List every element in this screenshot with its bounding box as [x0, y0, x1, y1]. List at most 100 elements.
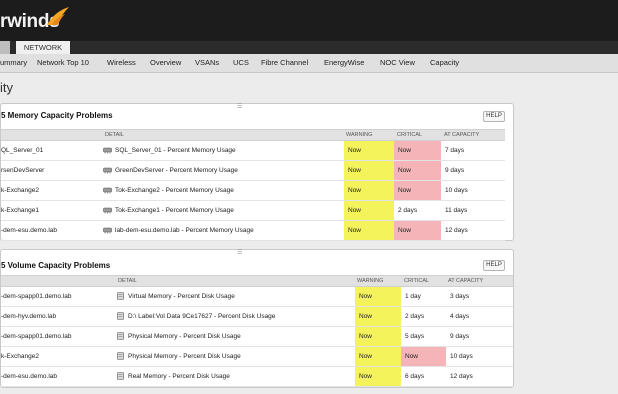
node-name-cell[interactable]: -dem-esu.demo.lab	[1, 367, 112, 386]
detail-cell[interactable]: Virtual Memory - Percent Disk Usage	[116, 287, 351, 306]
warning-cell: Now	[355, 327, 401, 346]
detail-cell[interactable]: Tok-Exchange2 - Percent Memory Usage	[103, 181, 340, 200]
table-header: DETAIL WARNING CRITICAL AT CAPACITY	[1, 275, 513, 287]
at-capacity-cell-text: 3 days	[450, 293, 470, 300]
memory-chip-icon	[103, 147, 112, 154]
node-name-cell[interactable]: k-Exchange2	[1, 347, 112, 366]
at-capacity-cell: 12 days	[441, 221, 505, 240]
detail-cell[interactable]: D:\ Label:Vol Data 9Ce17627 - Percent Di…	[116, 307, 351, 326]
node-name-cell-text: -dem-hyv.demo.lab	[1, 313, 57, 320]
nav-item-noc-view[interactable]: NOC View	[380, 54, 415, 72]
nav-item-energywise[interactable]: EnergyWise	[324, 54, 364, 72]
detail-cell[interactable]: Physical Memory - Percent Disk Usage	[116, 327, 351, 346]
detail-cell-text: Tok-Exchange1 - Percent Memory Usage	[115, 207, 234, 214]
nav-item-summary[interactable]: ummary	[0, 54, 27, 72]
table-row[interactable]: -dem-spapp01.demo.lab Virtual Memory - Pe…	[1, 287, 513, 307]
node-name-cell[interactable]: k-Exchange2	[1, 181, 99, 200]
critical-cell: 6 days	[401, 367, 446, 386]
at-capacity-cell-text: 7 days	[445, 147, 465, 154]
warning-cell: Now	[344, 161, 394, 180]
at-capacity-cell: 9 days	[446, 327, 513, 346]
nav-item-overview[interactable]: Overview	[150, 54, 181, 72]
table-row[interactable]: k-Exchange1 Tok-Exchange1 - Percent Memor…	[1, 201, 505, 221]
volume-panel-title: 5 Volume Capacity Problems	[1, 261, 111, 270]
at-capacity-cell-text: 9 days	[445, 167, 465, 174]
warning-cell: Now	[344, 141, 394, 160]
nav-item-capacity[interactable]: Capacity	[430, 54, 459, 72]
critical-cell-text: 6 days	[405, 373, 425, 380]
critical-cell-text: 2 days	[405, 313, 425, 320]
warning-cell: Now	[344, 181, 394, 200]
critical-cell: Now	[394, 221, 441, 240]
warning-cell-text: Now	[348, 147, 362, 154]
table-row[interactable]: -dem-esu.demo.lab lab-dem-esu.demo.lab - …	[1, 221, 505, 241]
critical-cell: 2 days	[394, 201, 441, 220]
memory-panel-title: 5 Memory Capacity Problems	[1, 111, 113, 120]
node-name-cell[interactable]: rsenDevServer	[1, 161, 99, 180]
node-name-cell-text: k-Exchange2	[1, 353, 39, 360]
table-row[interactable]: -dem-esu.demo.lab Real Memory - Percent D…	[1, 367, 513, 387]
node-name-cell[interactable]: QL_Server_01	[1, 141, 99, 160]
drag-handle-icon[interactable]: ☰	[237, 104, 249, 110]
disk-volume-icon	[117, 332, 124, 341]
page-title: ity	[0, 80, 13, 95]
node-name-cell[interactable]: -dem-esu.demo.lab	[1, 221, 99, 240]
solarwinds-logo-icon	[47, 7, 69, 25]
drag-handle-icon[interactable]: ☰	[237, 250, 249, 256]
detail-cell[interactable]: Real Memory - Percent Disk Usage	[116, 367, 351, 386]
volume-capacity-panel: ☰ 5 Volume Capacity Problems HELP DETAIL…	[0, 249, 514, 388]
nav-item-fibre-channel[interactable]: Fibre Channel	[261, 54, 308, 72]
node-name-cell[interactable]: -dem-hyv.demo.lab	[1, 307, 112, 326]
node-name-cell[interactable]: -dem-spapp01.demo.lab	[1, 327, 112, 346]
nav-item-network-top-10[interactable]: Network Top 10	[37, 54, 89, 72]
memory-chip-icon	[103, 227, 112, 234]
help-button[interactable]: HELP	[483, 111, 505, 122]
detail-cell[interactable]: Tok-Exchange1 - Percent Memory Usage	[103, 201, 340, 220]
critical-cell: 5 days	[401, 327, 446, 346]
detail-cell-text: GreenDevServer - Percent Memory Usage	[115, 167, 238, 174]
critical-cell-text: Now	[398, 167, 412, 174]
view-menu: ummary Network Top 10 Wireless Overview …	[0, 54, 618, 73]
warning-cell: Now	[344, 201, 394, 220]
detail-cell-text: SQL_Server_01 - Percent Memory Usage	[115, 147, 236, 154]
table-row[interactable]: -dem-hyv.demo.lab D:\ Label:Vol Data 9Ce1…	[1, 307, 513, 327]
node-name-cell[interactable]: k-Exchange1	[1, 201, 99, 220]
disk-volume-icon	[117, 352, 124, 361]
table-row[interactable]: k-Exchange2 Physical Memory - Percent Dis…	[1, 347, 513, 367]
node-name-cell[interactable]: -dem-spapp01.demo.lab	[1, 287, 112, 306]
detail-cell[interactable]: GreenDevServer - Percent Memory Usage	[103, 161, 340, 180]
nav-item-vsans[interactable]: VSANs	[195, 54, 219, 72]
critical-cell-text: Now	[405, 353, 419, 360]
table-row[interactable]: rsenDevServer GreenDevServer - Percent Me…	[1, 161, 505, 181]
col-critical: CRITICAL	[397, 132, 423, 138]
table-row[interactable]: k-Exchange2 Tok-Exchange2 - Percent Memor…	[1, 181, 505, 201]
tab-network[interactable]: NETWORK	[16, 41, 70, 54]
disk-volume-icon	[117, 312, 124, 321]
nav-item-ucs[interactable]: UCS	[233, 54, 249, 72]
warning-cell-text: Now	[348, 187, 362, 194]
node-name-cell-text: rsenDevServer	[1, 167, 45, 174]
help-button[interactable]: HELP	[483, 260, 505, 271]
tab-home[interactable]	[0, 41, 10, 54]
detail-cell[interactable]: lab-dem-esu.demo.lab - Percent Memory Us…	[103, 221, 340, 240]
warning-cell-text: Now	[359, 333, 373, 340]
detail-cell[interactable]: Physical Memory - Percent Disk Usage	[116, 347, 351, 366]
nav-item-wireless[interactable]: Wireless	[107, 54, 136, 72]
table-row[interactable]: -dem-spapp01.demo.lab Physical Memory - P…	[1, 327, 513, 347]
warning-cell: Now	[355, 347, 401, 366]
detail-cell-text: D:\ Label:Vol Data 9Ce17627 - Percent Di…	[128, 313, 276, 320]
table-row[interactable]: QL_Server_01 SQL_Server_01 - Percent Memo…	[1, 141, 505, 161]
at-capacity-cell-text: 10 days	[450, 353, 473, 360]
memory-chip-icon	[103, 167, 112, 174]
node-name-cell-text: -dem-spapp01.demo.lab	[1, 293, 72, 300]
warning-cell-text: Now	[359, 373, 373, 380]
warning-cell: Now	[344, 221, 394, 240]
critical-cell: Now	[394, 161, 441, 180]
critical-cell-text: Now	[398, 187, 412, 194]
critical-cell-text: Now	[398, 147, 412, 154]
critical-cell-text: Now	[398, 227, 412, 234]
table-header: DETAIL WARNING CRITICAL AT CAPACITY	[1, 129, 505, 141]
detail-cell[interactable]: SQL_Server_01 - Percent Memory Usage	[103, 141, 340, 160]
detail-cell-text: Physical Memory - Percent Disk Usage	[128, 333, 241, 340]
memory-chip-icon	[103, 207, 112, 214]
